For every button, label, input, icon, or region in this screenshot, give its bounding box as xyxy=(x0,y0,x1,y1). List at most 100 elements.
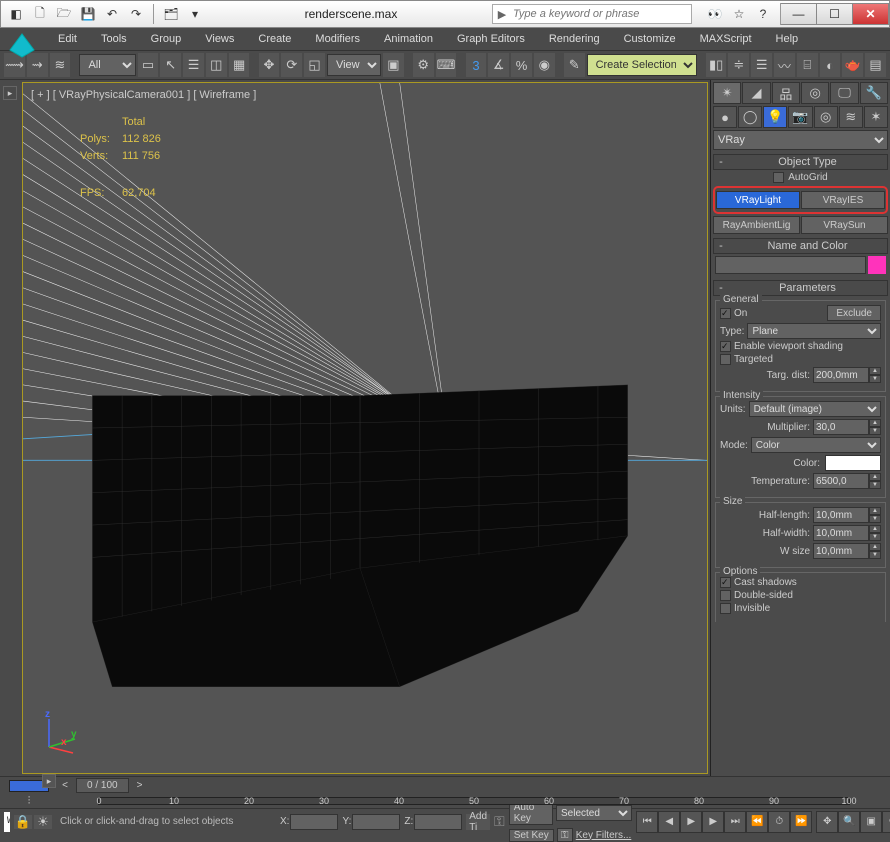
rotate-icon[interactable]: ⟳ xyxy=(281,53,302,77)
workspace-icon[interactable]: ▾ xyxy=(184,3,206,25)
time-config-icon[interactable]: ⏱ xyxy=(768,811,790,833)
angle-snap-icon[interactable]: ∡ xyxy=(488,53,509,77)
prev-frame-icon[interactable]: ◀ xyxy=(658,811,680,833)
rollout-name-color[interactable]: -Name and Color xyxy=(713,238,888,254)
menu-tools[interactable]: Tools xyxy=(91,30,137,48)
subtab-systems[interactable]: ✶ xyxy=(864,106,888,128)
btn-vrayies[interactable]: VRayIES xyxy=(801,191,885,209)
minimize-button[interactable]: — xyxy=(781,3,817,25)
open-icon[interactable]: 🗁 xyxy=(53,3,75,25)
menu-edit[interactable]: Edit xyxy=(48,30,87,48)
named-selection-set[interactable]: Create Selection Se xyxy=(587,54,697,76)
half-length-input[interactable] xyxy=(813,507,869,523)
goto-end-icon[interactable]: ⏭ xyxy=(724,811,746,833)
subtab-helpers[interactable]: ◎ xyxy=(814,106,838,128)
tab-motion[interactable]: ◎ xyxy=(801,82,829,104)
play-icon[interactable]: ▶ xyxy=(680,811,702,833)
render-setup-icon[interactable]: 🫖 xyxy=(842,53,863,77)
3dsmax-logo-icon[interactable] xyxy=(2,26,42,64)
temperature-input[interactable] xyxy=(813,473,869,489)
maxscript-listener[interactable]: Welcome to M: xyxy=(4,812,10,832)
targeted-checkbox[interactable] xyxy=(720,354,731,365)
trackbar[interactable]: 0102030405060708090100 xyxy=(98,797,850,805)
material-editor-icon[interactable]: ◐ xyxy=(820,53,841,77)
setkey-icon[interactable]: ⚿ xyxy=(557,828,573,842)
goto-start-icon[interactable]: ⏮ xyxy=(636,811,658,833)
render-frame-icon[interactable]: ▤ xyxy=(865,53,886,77)
orbit-icon[interactable]: ⟳ xyxy=(882,811,890,833)
targdist-input[interactable] xyxy=(813,367,869,383)
units-select[interactable]: Default (image) xyxy=(749,401,881,417)
object-name-input[interactable] xyxy=(715,256,866,274)
bind-spacewarp-icon[interactable]: ≋ xyxy=(50,53,71,77)
keymode-icon[interactable]: ⌨ xyxy=(436,53,457,77)
select-arrow-icon[interactable]: ↖ xyxy=(160,53,181,77)
help-icon[interactable]: ? xyxy=(752,3,774,25)
object-color-swatch[interactable] xyxy=(868,256,886,274)
snap-icon[interactable]: 3 xyxy=(466,53,487,77)
schematic-icon[interactable]: ⌸ xyxy=(797,53,818,77)
coord-x-input[interactable] xyxy=(290,814,338,830)
close-button[interactable]: ✕ xyxy=(853,3,889,25)
spinner-snap-icon[interactable]: ◉ xyxy=(534,53,555,77)
signin-icon[interactable]: ☆ xyxy=(728,3,750,25)
btn-vraysun[interactable]: VRaySun xyxy=(801,216,888,234)
multiplier-input[interactable] xyxy=(813,419,869,435)
mode-select[interactable]: Color xyxy=(751,437,881,453)
app-menu-icon[interactable]: ◧ xyxy=(5,3,27,25)
coord-y-input[interactable] xyxy=(352,814,400,830)
tab-display[interactable]: 🖵 xyxy=(830,82,858,104)
pivot-icon[interactable]: ▣ xyxy=(383,53,404,77)
zoom-ext-icon[interactable]: ▣ xyxy=(860,811,882,833)
pan-icon[interactable]: ✥ xyxy=(816,811,838,833)
menu-animation[interactable]: Animation xyxy=(374,30,443,48)
keymode-select[interactable]: Selected xyxy=(556,805,632,821)
double-sided-checkbox[interactable] xyxy=(720,590,731,601)
search-input[interactable] xyxy=(511,8,691,20)
menu-group[interactable]: Group xyxy=(141,30,192,48)
subtab-cameras[interactable]: 📷 xyxy=(788,106,812,128)
select-name-icon[interactable]: ☰ xyxy=(183,53,204,77)
move-icon[interactable]: ✥ xyxy=(259,53,280,77)
prev-key-icon[interactable]: ⏪ xyxy=(746,811,768,833)
menu-help[interactable]: Help xyxy=(766,30,809,48)
selection-filter[interactable]: All xyxy=(79,54,135,76)
select-icon[interactable]: ▭ xyxy=(138,53,159,77)
trackbar-toggle-icon[interactable]: ⫶ xyxy=(0,795,58,808)
enable-viewport-checkbox[interactable] xyxy=(720,341,731,352)
menu-modifiers[interactable]: Modifiers xyxy=(305,30,370,48)
subtab-lights[interactable]: 💡 xyxy=(763,106,787,128)
viewport[interactable]: [ + ] [ VRayPhysicalCamera001 ] [ Wirefr… xyxy=(22,82,708,774)
layers-icon[interactable]: ☰ xyxy=(751,53,772,77)
undo-icon[interactable]: ↶ xyxy=(101,3,123,25)
infocenter-icon[interactable]: 👀 xyxy=(704,3,726,25)
color-swatch[interactable] xyxy=(825,455,881,471)
menu-rendering[interactable]: Rendering xyxy=(539,30,610,48)
btn-vraylight[interactable]: VRayLight xyxy=(716,191,800,209)
cast-shadows-checkbox[interactable] xyxy=(720,577,731,588)
renderer-select[interactable]: VRay xyxy=(713,130,888,150)
tab-utilities[interactable]: 🔧 xyxy=(860,82,888,104)
menu-customize[interactable]: Customize xyxy=(614,30,686,48)
coord-z-input[interactable] xyxy=(414,814,462,830)
viewport-label[interactable]: [ + ] [ VRayPhysicalCamera001 ] [ Wirefr… xyxy=(31,89,256,101)
subtab-geometry[interactable]: ● xyxy=(713,106,737,128)
on-checkbox[interactable] xyxy=(720,308,731,319)
menu-maxscript[interactable]: MAXScript xyxy=(690,30,762,48)
align-icon[interactable]: ≑ xyxy=(728,53,749,77)
new-icon[interactable]: 🗋 xyxy=(29,3,51,25)
strip-btn[interactable]: ▸ xyxy=(3,86,17,100)
tab-create[interactable]: ✴ xyxy=(713,82,741,104)
rollout-object-type[interactable]: -Object Type xyxy=(713,154,888,170)
help-search[interactable]: ▶ xyxy=(492,4,692,24)
menu-create[interactable]: Create xyxy=(248,30,301,48)
manipulate-icon[interactable]: ⚙ xyxy=(413,53,434,77)
menu-grapheditors[interactable]: Graph Editors xyxy=(447,30,535,48)
invisible-checkbox[interactable] xyxy=(720,603,731,614)
setkey-button[interactable]: Set Key xyxy=(509,829,554,842)
autogrid-checkbox[interactable] xyxy=(773,172,784,183)
redo-icon[interactable]: ↷ xyxy=(125,3,147,25)
subtab-spacewarps[interactable]: ≋ xyxy=(839,106,863,128)
window-crossing-icon[interactable]: ▦ xyxy=(229,53,250,77)
mirror-icon[interactable]: ▮▯ xyxy=(706,53,727,77)
